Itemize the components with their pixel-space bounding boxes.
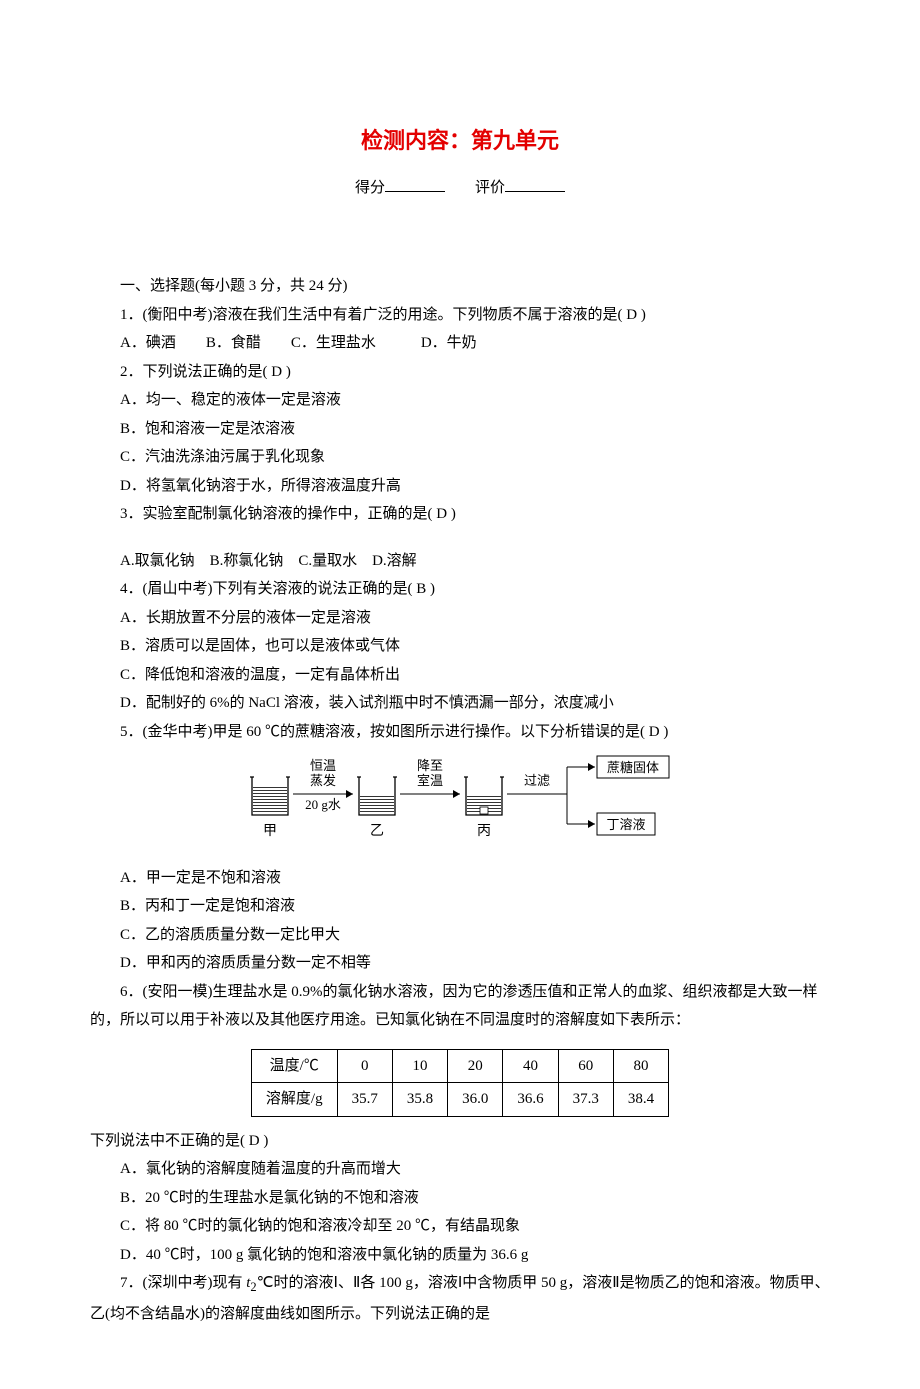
q3-stem: 3．实验室配制氯化钠溶液的操作中，正确的是( D ) bbox=[90, 500, 830, 529]
document-body: 一、选择题(每小题 3 分，共 24 分) 1．(衡阳中考)溶液在我们生活中有着… bbox=[90, 272, 830, 1328]
eval-label: 评价 bbox=[475, 180, 505, 196]
q2-c: C．汽油洗涤油污属于乳化现象 bbox=[90, 443, 830, 472]
table-row: 溶解度/g 35.7 35.8 36.0 36.6 37.3 38.4 bbox=[251, 1083, 668, 1117]
table-cell: 35.8 bbox=[392, 1083, 447, 1117]
svg-text:乙: 乙 bbox=[370, 823, 384, 839]
table-row: 温度/℃ 0 10 20 40 60 80 bbox=[251, 1049, 668, 1083]
svg-text:过滤: 过滤 bbox=[524, 773, 550, 788]
q1-stem: 1．(衡阳中考)溶液在我们生活中有着广泛的用途。下列物质不属于溶液的是( D ) bbox=[90, 301, 830, 330]
solubility-table: 温度/℃ 0 10 20 40 60 80 溶解度/g 35.7 35.8 36… bbox=[251, 1049, 669, 1117]
svg-text:甲: 甲 bbox=[263, 824, 277, 839]
svg-text:降至: 降至 bbox=[417, 758, 443, 773]
table-header: 20 bbox=[448, 1049, 503, 1083]
svg-text:丁溶液: 丁溶液 bbox=[606, 817, 645, 832]
q5-diagram: 甲 恒温 蒸发 20 g水 乙 降至 室温 bbox=[90, 752, 830, 858]
table-header: 温度/℃ bbox=[251, 1049, 337, 1083]
q5-d: D．甲和丙的溶质质量分数一定不相等 bbox=[90, 949, 830, 978]
eval-blank bbox=[505, 177, 565, 192]
score-label: 得分 bbox=[355, 180, 385, 196]
table-header: 60 bbox=[558, 1049, 613, 1083]
page-title: 检测内容：第九单元 bbox=[90, 120, 830, 162]
q6-c: C．将 80 ℃时的氯化钠的饱和溶液冷却至 20 ℃，有结晶现象 bbox=[90, 1212, 830, 1241]
q2-a: A．均一、稳定的液体一定是溶液 bbox=[90, 386, 830, 415]
q6-d: D．40 ℃时，100 g 氯化钠的饱和溶液中氯化钠的质量为 36.6 g bbox=[90, 1241, 830, 1270]
q4-b: B．溶质可以是固体，也可以是液体或气体 bbox=[90, 632, 830, 661]
q4-a: A．长期放置不分层的液体一定是溶液 bbox=[90, 604, 830, 633]
svg-text:丙: 丙 bbox=[477, 824, 491, 839]
table-header: 0 bbox=[337, 1049, 392, 1083]
q1-options: A．碘酒 B．食醋 C．生理盐水 D．牛奶 bbox=[90, 329, 830, 358]
table-cell: 36.6 bbox=[503, 1083, 558, 1117]
svg-text:恒温: 恒温 bbox=[310, 758, 336, 773]
q4-d: D．配制好的 6%的 NaCl 溶液，装入试剂瓶中时不慎洒漏一部分，浓度减小 bbox=[90, 689, 830, 718]
q5-c: C．乙的溶质质量分数一定比甲大 bbox=[90, 921, 830, 950]
score-line: 得分 评价 bbox=[90, 174, 830, 203]
q5-b: B．丙和丁一定是饱和溶液 bbox=[90, 892, 830, 921]
table-cell: 35.7 bbox=[337, 1083, 392, 1117]
q2-stem: 2．下列说法正确的是( D ) bbox=[90, 358, 830, 387]
svg-text:蔗糖固体: 蔗糖固体 bbox=[607, 760, 659, 775]
table-header: 40 bbox=[503, 1049, 558, 1083]
table-header: 80 bbox=[613, 1049, 668, 1083]
score-blank bbox=[385, 177, 445, 192]
q2-b: B．饱和溶液一定是浓溶液 bbox=[90, 415, 830, 444]
q6-prompt: 下列说法中不正确的是( D ) bbox=[90, 1127, 830, 1156]
q7-stem: 7．(深圳中考)现有 t2℃时的溶液Ⅰ、Ⅱ各 100 g，溶液Ⅰ中含物质甲 50… bbox=[90, 1269, 830, 1328]
svg-text:蒸发: 蒸发 bbox=[310, 773, 336, 788]
table-header: 10 bbox=[392, 1049, 447, 1083]
q6-intro: 6．(安阳一模)生理盐水是 0.9%的氯化钠水溶液，因为它的渗透压值和正常人的血… bbox=[90, 978, 830, 1035]
table-cell: 36.0 bbox=[448, 1083, 503, 1117]
table-cell: 溶解度/g bbox=[251, 1083, 337, 1117]
section-header: 一、选择题(每小题 3 分，共 24 分) bbox=[90, 272, 830, 301]
q4-stem: 4．(眉山中考)下列有关溶液的说法正确的是( B ) bbox=[90, 575, 830, 604]
svg-text:室温: 室温 bbox=[417, 773, 443, 788]
q6-a: A．氯化钠的溶解度随着温度的升高而增大 bbox=[90, 1155, 830, 1184]
table-cell: 37.3 bbox=[558, 1083, 613, 1117]
q5-stem: 5．(金华中考)甲是 60 ℃的蔗糖溶液，按如图所示进行操作。以下分析错误的是(… bbox=[90, 718, 830, 747]
beaker-diagram-icon: 甲 恒温 蒸发 20 g水 乙 降至 室温 bbox=[245, 752, 675, 847]
table-cell: 38.4 bbox=[613, 1083, 668, 1117]
svg-text:20 g水: 20 g水 bbox=[305, 797, 341, 812]
q6-b: B．20 ℃时的生理盐水是氯化钠的不饱和溶液 bbox=[90, 1184, 830, 1213]
q4-c: C．降低饱和溶液的温度，一定有晶体析出 bbox=[90, 661, 830, 690]
q2-d: D．将氢氧化钠溶于水，所得溶液温度升高 bbox=[90, 472, 830, 501]
q5-a: A．甲一定是不饱和溶液 bbox=[90, 864, 830, 893]
q3-options: A.取氯化钠 B.称氯化钠 C.量取水 D.溶解 bbox=[90, 547, 830, 576]
